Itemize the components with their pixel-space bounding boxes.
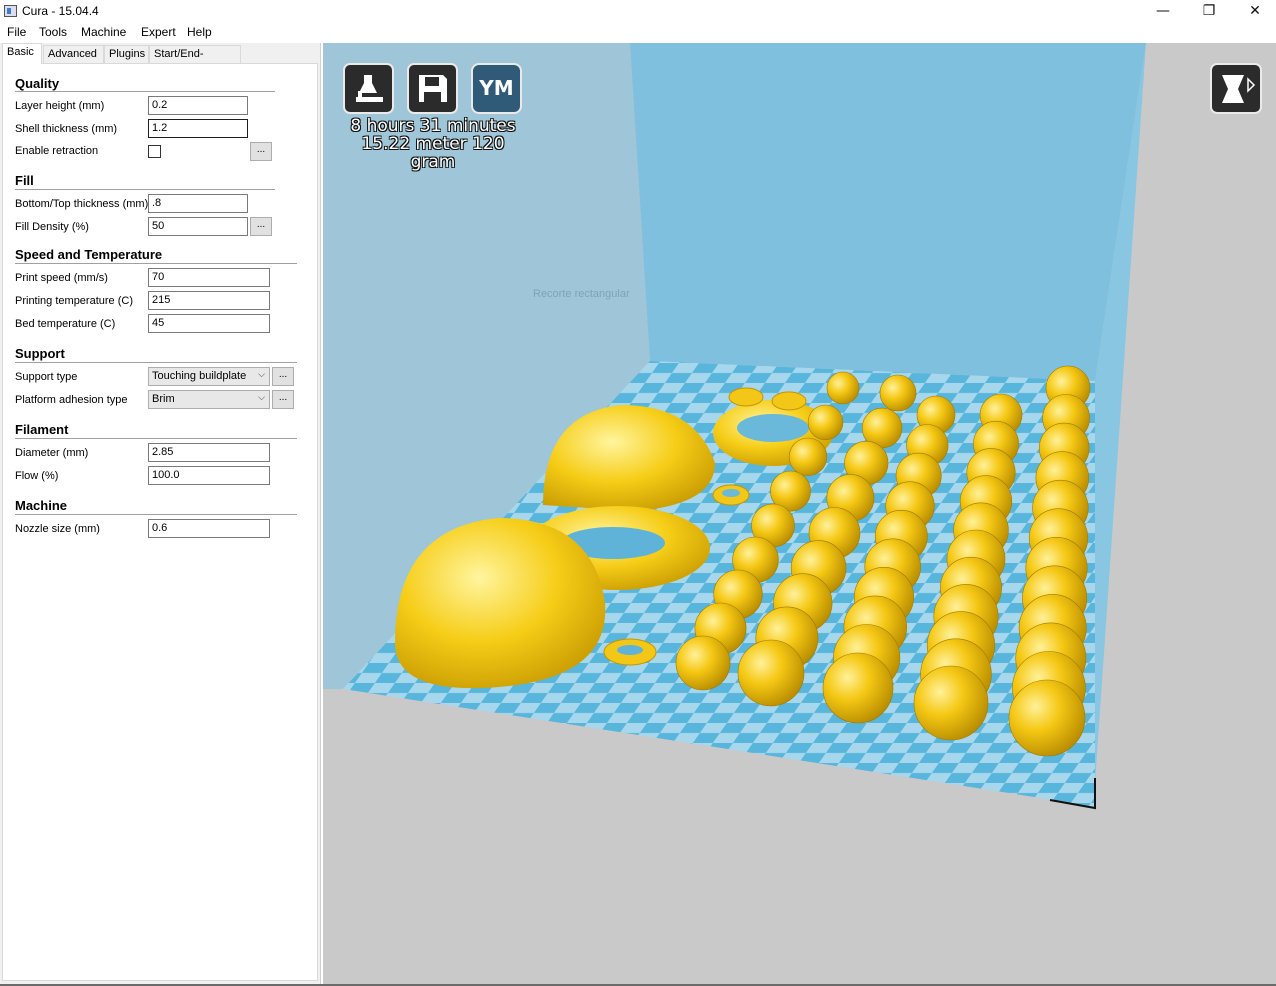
fill-density-label: Fill Density (%) [15,221,89,233]
nozzle-size-field[interactable]: 0.6 [148,519,270,538]
printing-temperature-label: Printing temperature (C) [15,295,133,307]
platform-adhesion-select[interactable]: Brim ⌵ [148,390,270,409]
support-type-value: Touching buildplate [152,370,247,382]
sphere-model [913,665,989,741]
flow-label: Flow (%) [15,470,59,482]
print-speed-label: Print speed (mm/s) [15,272,108,284]
menu-help[interactable]: Help [187,25,212,39]
section-divider [15,91,275,92]
menu-file[interactable]: File [7,25,26,39]
layer-height-field[interactable]: 0.2 [148,96,248,115]
3d-viewport[interactable]: YM 8 hours 31 minutes 15.22 meter 120 gr… [323,43,1276,984]
platform-adhesion-more-button[interactable]: ... [272,390,294,409]
small-ring [728,387,764,407]
sphere-model [807,404,844,441]
load-model-button[interactable] [343,63,394,114]
enable-retraction-checkbox[interactable] [148,145,161,158]
maximize-button[interactable]: ❐ [1186,0,1232,24]
window-title: Cura - 15.04.4 [22,4,99,18]
sphere-model [737,639,805,707]
section-machine: Machine [15,498,68,513]
load-model-icon [356,75,383,102]
shell-thickness-field[interactable]: 1.2 [148,119,248,138]
bottom-top-thickness-label: Bottom/Top thickness (mm) [15,198,149,210]
retraction-more-button[interactable]: ... [250,142,272,161]
tab-start-end-gcode[interactable]: Start/End-GCode [149,45,241,77]
sphere-model [822,652,894,724]
fill-density-more-button[interactable]: ... [250,217,272,236]
sphere-model [826,371,860,405]
fill-density-field[interactable]: 50 [148,217,248,236]
print-time: 8 hours 31 minutes [350,116,516,136]
ring-hole [737,414,809,442]
diameter-label: Diameter (mm) [15,447,89,459]
sphere-model [879,374,917,412]
title-bar: Cura - 15.04.4 — ❐ ✕ [0,0,1276,24]
view-mode-icon [1222,75,1256,103]
chevron-down-icon: ⌵ [258,393,265,403]
section-divider [15,362,297,363]
section-divider [15,189,275,190]
settings-panel: Basic Advanced Plugins Start/End-GCode Q… [0,43,321,984]
section-divider [15,438,297,439]
bottom-top-thickness-field[interactable]: .8 [148,194,248,213]
section-divider [15,263,297,264]
menu-bar: File Tools Machine Expert Help [0,24,1276,43]
shell-thickness-label: Shell thickness (mm) [15,123,118,135]
printing-temperature-field[interactable]: 215 [148,291,270,310]
close-button[interactable]: ✕ [1232,0,1276,24]
view-mode-button[interactable] [1210,63,1262,114]
section-support: Support [15,346,65,361]
print-material: 15.22 meter 120 gram [361,134,505,172]
app-icon [4,5,17,17]
support-type-select[interactable]: Touching buildplate ⌵ [148,367,270,386]
flow-field[interactable]: 100.0 [148,466,270,485]
tab-basic[interactable]: Basic [2,43,42,64]
section-speed-temperature: Speed and Temperature [15,247,163,262]
bed-temperature-label: Bed temperature (C) [15,318,116,330]
save-icon [419,75,447,102]
section-filament: Filament [15,422,69,437]
support-type-label: Support type [15,371,78,383]
nozzle-size-label: Nozzle size (mm) [15,523,100,535]
enable-retraction-label: Enable retraction [15,145,99,157]
small-ring-hole [722,489,740,497]
ym-button[interactable]: YM [471,63,522,114]
tab-advanced[interactable]: Advanced [43,45,104,64]
sphere-model [1008,679,1086,757]
diameter-field[interactable]: 2.85 [148,443,270,462]
back-wall [630,43,1146,381]
settings-tabs: Basic Advanced Plugins Start/End-GCode [0,43,321,77]
section-quality: Quality [15,76,60,91]
save-button[interactable] [407,63,458,114]
menu-expert[interactable]: Expert [141,25,176,39]
bed-temperature-field[interactable]: 45 [148,314,270,333]
menu-tools[interactable]: Tools [39,25,67,39]
platform-adhesion-label: Platform adhesion type [15,394,128,406]
chevron-down-icon: ⌵ [258,370,265,380]
rectangular-snip-label: Recorte rectangular [533,288,630,300]
menu-machine[interactable]: Machine [81,25,126,39]
layer-height-label: Layer height (mm) [15,100,105,112]
section-divider [15,514,297,515]
section-fill: Fill [15,173,34,188]
tab-plugins[interactable]: Plugins [104,45,149,64]
small-ring-hole [617,645,643,655]
sphere-model [675,635,731,691]
print-speed-field[interactable]: 70 [148,268,270,287]
print-estimate: 8 hours 31 minutes 15.22 meter 120 gram [343,117,523,171]
basic-tab-page: Quality Layer height (mm) 0.2 Shell thic… [2,63,318,981]
support-type-more-button[interactable]: ... [272,367,294,386]
minimize-button[interactable]: — [1140,0,1186,24]
build-volume-scene [323,43,1276,984]
sphere-model [788,437,828,476]
small-ring [771,391,807,411]
platform-adhesion-value: Brim [152,393,175,405]
